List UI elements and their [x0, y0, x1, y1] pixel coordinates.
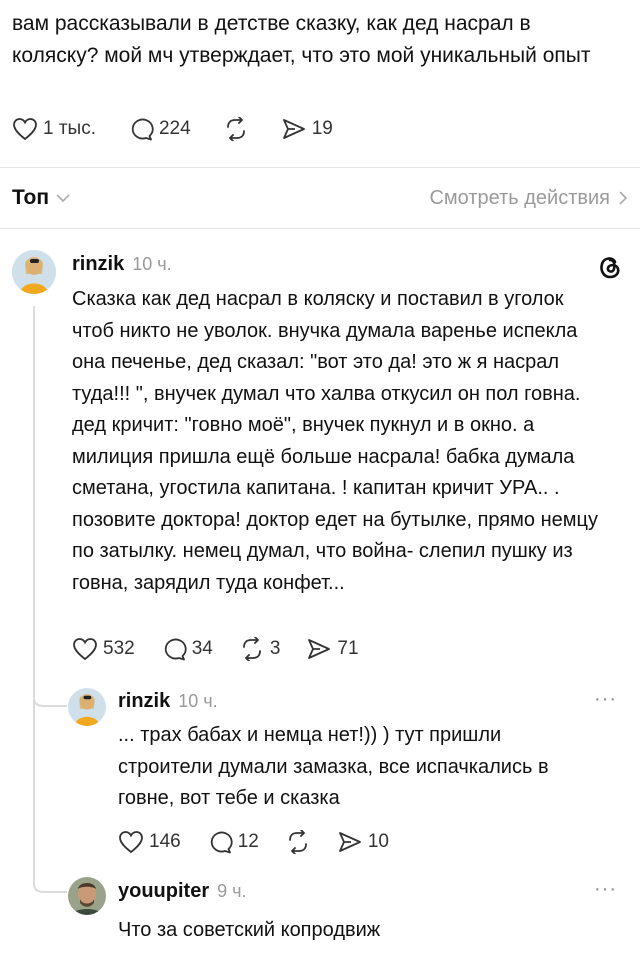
repost-button[interactable]: 3 — [239, 637, 281, 661]
quote-count: 71 — [337, 638, 359, 659]
sort-dropdown[interactable]: Топ — [12, 186, 71, 210]
quote-count: 10 — [367, 831, 389, 852]
repost-count: 3 — [269, 638, 281, 659]
post-text: вам рассказывали в детстве сказку, как д… — [12, 12, 591, 67]
timestamp: 10 ч. — [132, 254, 172, 274]
like-count: 146 — [149, 831, 181, 852]
reply-button[interactable]: 224 — [128, 117, 191, 141]
share-button[interactable]: 10 — [337, 830, 389, 854]
thread-line — [33, 306, 35, 880]
repost-button[interactable] — [223, 117, 249, 141]
more-options-button[interactable]: ··· — [594, 688, 617, 711]
send-icon — [308, 639, 331, 659]
avatar-image — [12, 250, 56, 294]
comment-icon — [164, 638, 187, 661]
reply-button[interactable]: 12 — [207, 830, 259, 854]
threads-logo-icon[interactable] — [596, 252, 624, 280]
comment-actions: 146 12 10 — [118, 830, 389, 854]
avatar[interactable] — [68, 688, 106, 726]
more-options-button[interactable]: ··· — [594, 878, 617, 901]
comment-text: Что за советский копродвиж — [118, 919, 381, 941]
like-count: 1 тыс. — [43, 118, 96, 139]
share-button[interactable]: 71 — [306, 637, 359, 661]
sort-label: Топ — [12, 186, 50, 209]
chevron-right-icon — [619, 191, 628, 205]
like-button[interactable]: 1 тыс. — [12, 117, 96, 141]
comment-header: rinzik 10 ч. — [118, 690, 218, 713]
view-activity-label: Смотреть действия — [429, 186, 610, 209]
timestamp: 10 ч. — [178, 691, 218, 711]
sort-bar: Топ Смотреть действия — [12, 183, 628, 213]
thread-connector — [33, 680, 67, 707]
username[interactable]: rinzik — [118, 690, 170, 713]
view-activity-link[interactable]: Смотреть действия — [429, 187, 628, 210]
repost-icon — [242, 637, 261, 661]
comment-text: Сказка как дед насрал в коляску и постав… — [72, 288, 598, 594]
comment-actions: 532 34 3 71 — [72, 637, 359, 661]
send-icon — [282, 119, 305, 139]
comment-header: youupiter 9 ч. — [118, 880, 247, 903]
username[interactable]: youupiter — [118, 880, 209, 903]
repost-button[interactable] — [285, 830, 311, 854]
post-actions: 1 тыс. 224 19 — [12, 117, 333, 141]
avatar-image — [68, 688, 106, 726]
quote-count: 19 — [311, 118, 333, 139]
avatar-image — [68, 877, 106, 915]
comment-text: ... трах бабах и немца нет!)) ) тут приш… — [118, 724, 549, 809]
comment-header: rinzik 10 ч. — [72, 253, 172, 276]
comment-icon — [210, 831, 233, 854]
reply-count: 34 — [191, 638, 213, 659]
like-count: 532 — [103, 638, 135, 659]
comment-icon — [131, 118, 154, 141]
avatar[interactable] — [12, 250, 56, 294]
like-button[interactable]: 146 — [118, 830, 181, 854]
divider — [0, 228, 640, 229]
avatar[interactable] — [68, 877, 106, 915]
heart-icon — [13, 118, 37, 141]
reply-count: 12 — [237, 831, 259, 852]
repost-icon — [226, 117, 245, 141]
timestamp: 9 ч. — [217, 881, 247, 901]
reply-count: 224 — [158, 118, 191, 139]
send-icon — [338, 832, 361, 852]
share-button[interactable]: 19 — [281, 117, 333, 141]
reply-button[interactable]: 34 — [161, 637, 213, 661]
like-button[interactable]: 532 — [72, 637, 135, 661]
divider — [0, 167, 640, 168]
thread-connector — [33, 866, 67, 893]
username[interactable]: rinzik — [72, 253, 124, 276]
chevron-down-icon — [56, 194, 70, 203]
heart-icon — [119, 831, 143, 854]
repost-icon — [288, 830, 307, 854]
heart-icon — [73, 638, 97, 661]
